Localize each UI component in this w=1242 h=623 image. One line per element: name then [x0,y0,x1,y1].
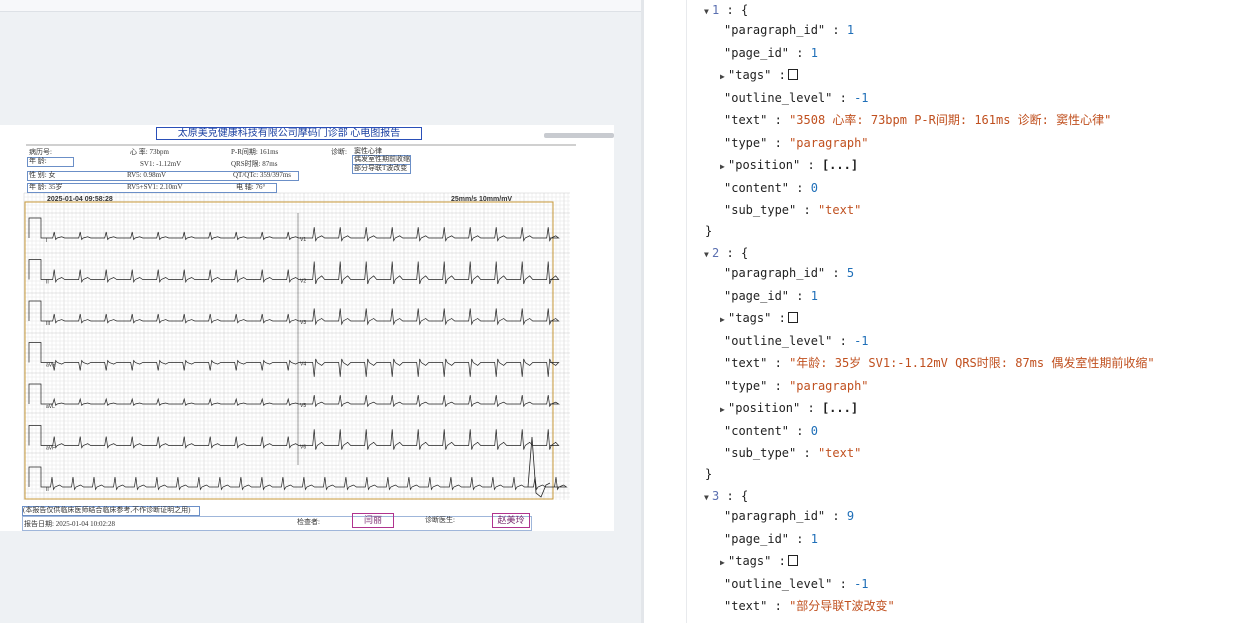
ecg-report-page: I V1 II V2 III V3 aVR V4 aVL V5 aVF V6 II 太原美克健康科技有限… [0,125,614,531]
sv1-value: SV1: -1.12mV [140,160,182,168]
json-row-tags[interactable]: ▶ "tags" : [720,310,798,326]
heart-rate: 心 率: 73bpm [130,148,169,156]
json-row-text: "text" : "3508 心率: 73bpm P-R间期: 161ms 诊断… [724,113,1112,127]
lead-label: III [46,321,50,327]
ecg-trace [28,217,560,242]
report-date: 报告日期: 2025-01-04 10:02:28 [24,520,115,528]
json-row-page-id: "page_id" : 1 [724,46,818,60]
json-row-content: "content" : 0 [724,424,818,438]
ecg-trace [28,383,560,408]
json-row-tags[interactable]: ▶ "tags" : [720,67,798,83]
json-row-type: "type" : "paragraph" [724,136,869,150]
json-close-brace: } [705,224,713,238]
collapsed-caret-icon[interactable]: ▶ [720,159,728,175]
hospital-no-label: 病历号: [29,148,52,156]
qrs-duration: QRS时限: 87ms [231,160,278,168]
json-item-header[interactable]: ▼ 2 : { [704,245,748,261]
ecg-timestamp: 2025-01-04 09:58:28 [47,196,113,203]
collapsed-caret-icon[interactable]: ▶ [720,312,728,328]
empty-array-icon [787,69,798,80]
item-index: 1 [712,3,720,17]
lead-label: aVF [46,446,55,452]
lead-label: II [46,280,49,286]
lead-label: I [46,238,47,244]
lead-label: V2 [300,279,306,285]
collapsed-caret-icon[interactable]: ▶ [720,69,728,85]
json-row-paragraph-id: "paragraph_id" : 5 [724,266,855,280]
ecg-trace [28,300,560,326]
ecg-trace [28,259,560,285]
lead-label: II [46,487,49,493]
expanded-caret-icon[interactable]: ▼ [704,490,712,506]
collapsed-caret-icon[interactable]: ▶ [720,402,728,418]
json-viewer-pane[interactable]: ▼ 1 : { "paragraph_id" : 1 "page_id" : 1 … [644,0,1242,623]
pvc-complex [527,436,551,498]
expanded-caret-icon[interactable]: ▼ [704,247,712,263]
empty-array-icon [787,555,798,566]
json-row-outline-level: "outline_level" : -1 [724,577,869,591]
json-row-position[interactable]: ▶ "position" : [...] [720,157,858,173]
json-close-brace: } [705,467,713,481]
json-row-sub-type: "sub_type" : "text" [724,203,862,217]
age-label: 年 龄: [29,157,47,165]
json-row-sub-type: "sub_type" : "text" [724,446,862,460]
examiner-label: 检查者: [297,518,320,526]
axis-value: 电 轴: 76° [236,183,266,191]
qt-qtc: QT/QTc: 359/397ms [233,171,292,179]
json-row-text: "text" : "年龄: 35岁 SV1:-1.12mV QRS时限: 87m… [724,356,1155,370]
json-row-page-id: "page_id" : 1 [724,289,818,303]
json-item-header[interactable]: ▼ 3 : { [704,488,748,504]
lead-label: aVL [46,404,55,410]
horizontal-scrollbar[interactable] [544,133,614,138]
diagnosis-label: 诊断: [331,148,347,156]
age: 年 龄: 35岁 [29,183,63,191]
json-row-content: "content" : 0 [724,181,818,195]
lead-label: V6 [300,445,306,451]
ecg-trace [28,466,568,491]
lead-label: V3 [300,320,306,326]
lead-label: V1 [300,237,306,243]
pr-interval: P-R间期: 161ms [231,148,279,156]
rv5-sv1-value: RV5+SV1: 2.10mV [127,183,183,191]
lead-label: V4 [300,362,306,368]
document-preview-pane: I V1 II V2 III V3 aVR V4 aVL V5 aVF V6 II 太原美克健康科技有限… [0,0,641,623]
examiner-signature: 闫丽 [352,513,394,528]
json-item-header[interactable]: ▼ 1 : { [704,2,748,18]
diagnosis-line-1: 窦性心律 [354,147,382,155]
json-row-page-id: "page_id" : 1 [724,532,818,546]
diagnosis-line-3: 部分导联T波改变 [354,164,408,172]
json-row-outline-level: "outline_level" : -1 [724,334,869,348]
disclaimer: (本报告仅供临床医师结合临床参考,不作诊断证明之用) [23,506,191,514]
doctor-label: 诊断医生: [425,516,455,524]
doctor-signature: 赵美玲 [492,513,530,528]
item-index: 2 [712,246,720,260]
json-row-outline-level: "outline_level" : -1 [724,91,869,105]
ecg-trace [28,342,560,377]
json-row-position[interactable]: ▶ "position" : [...] [720,400,858,416]
json-row-text: "text" : "部分导联T波改变" [724,599,895,613]
preview-toolbar [0,0,641,12]
empty-array-icon [787,312,798,323]
collapsed-caret-icon[interactable]: ▶ [720,555,728,571]
lead-label: aVR [46,363,56,369]
lead-label: V5 [300,403,306,409]
ecg-speed: 25mm/s 10mm/mV [451,196,513,203]
json-row-paragraph-id: "paragraph_id" : 9 [724,509,855,523]
json-row-type: "type" : "paragraph" [724,379,869,393]
expanded-caret-icon[interactable]: ▼ [704,4,712,20]
report-title: 太原美克健康科技有限公司摩码门诊部 心电图报告 [156,127,422,140]
item-index: 3 [712,489,720,503]
diagnosis-line-2: 偶发室性期前收缩 [354,155,410,163]
json-row-tags[interactable]: ▶ "tags" : [720,553,798,569]
indent-guide [686,0,687,623]
rv5-value: RV5: 0.98mV [127,171,167,179]
sex: 性 别: 女 [29,171,56,179]
json-row-paragraph-id: "paragraph_id" : 1 [724,23,855,37]
